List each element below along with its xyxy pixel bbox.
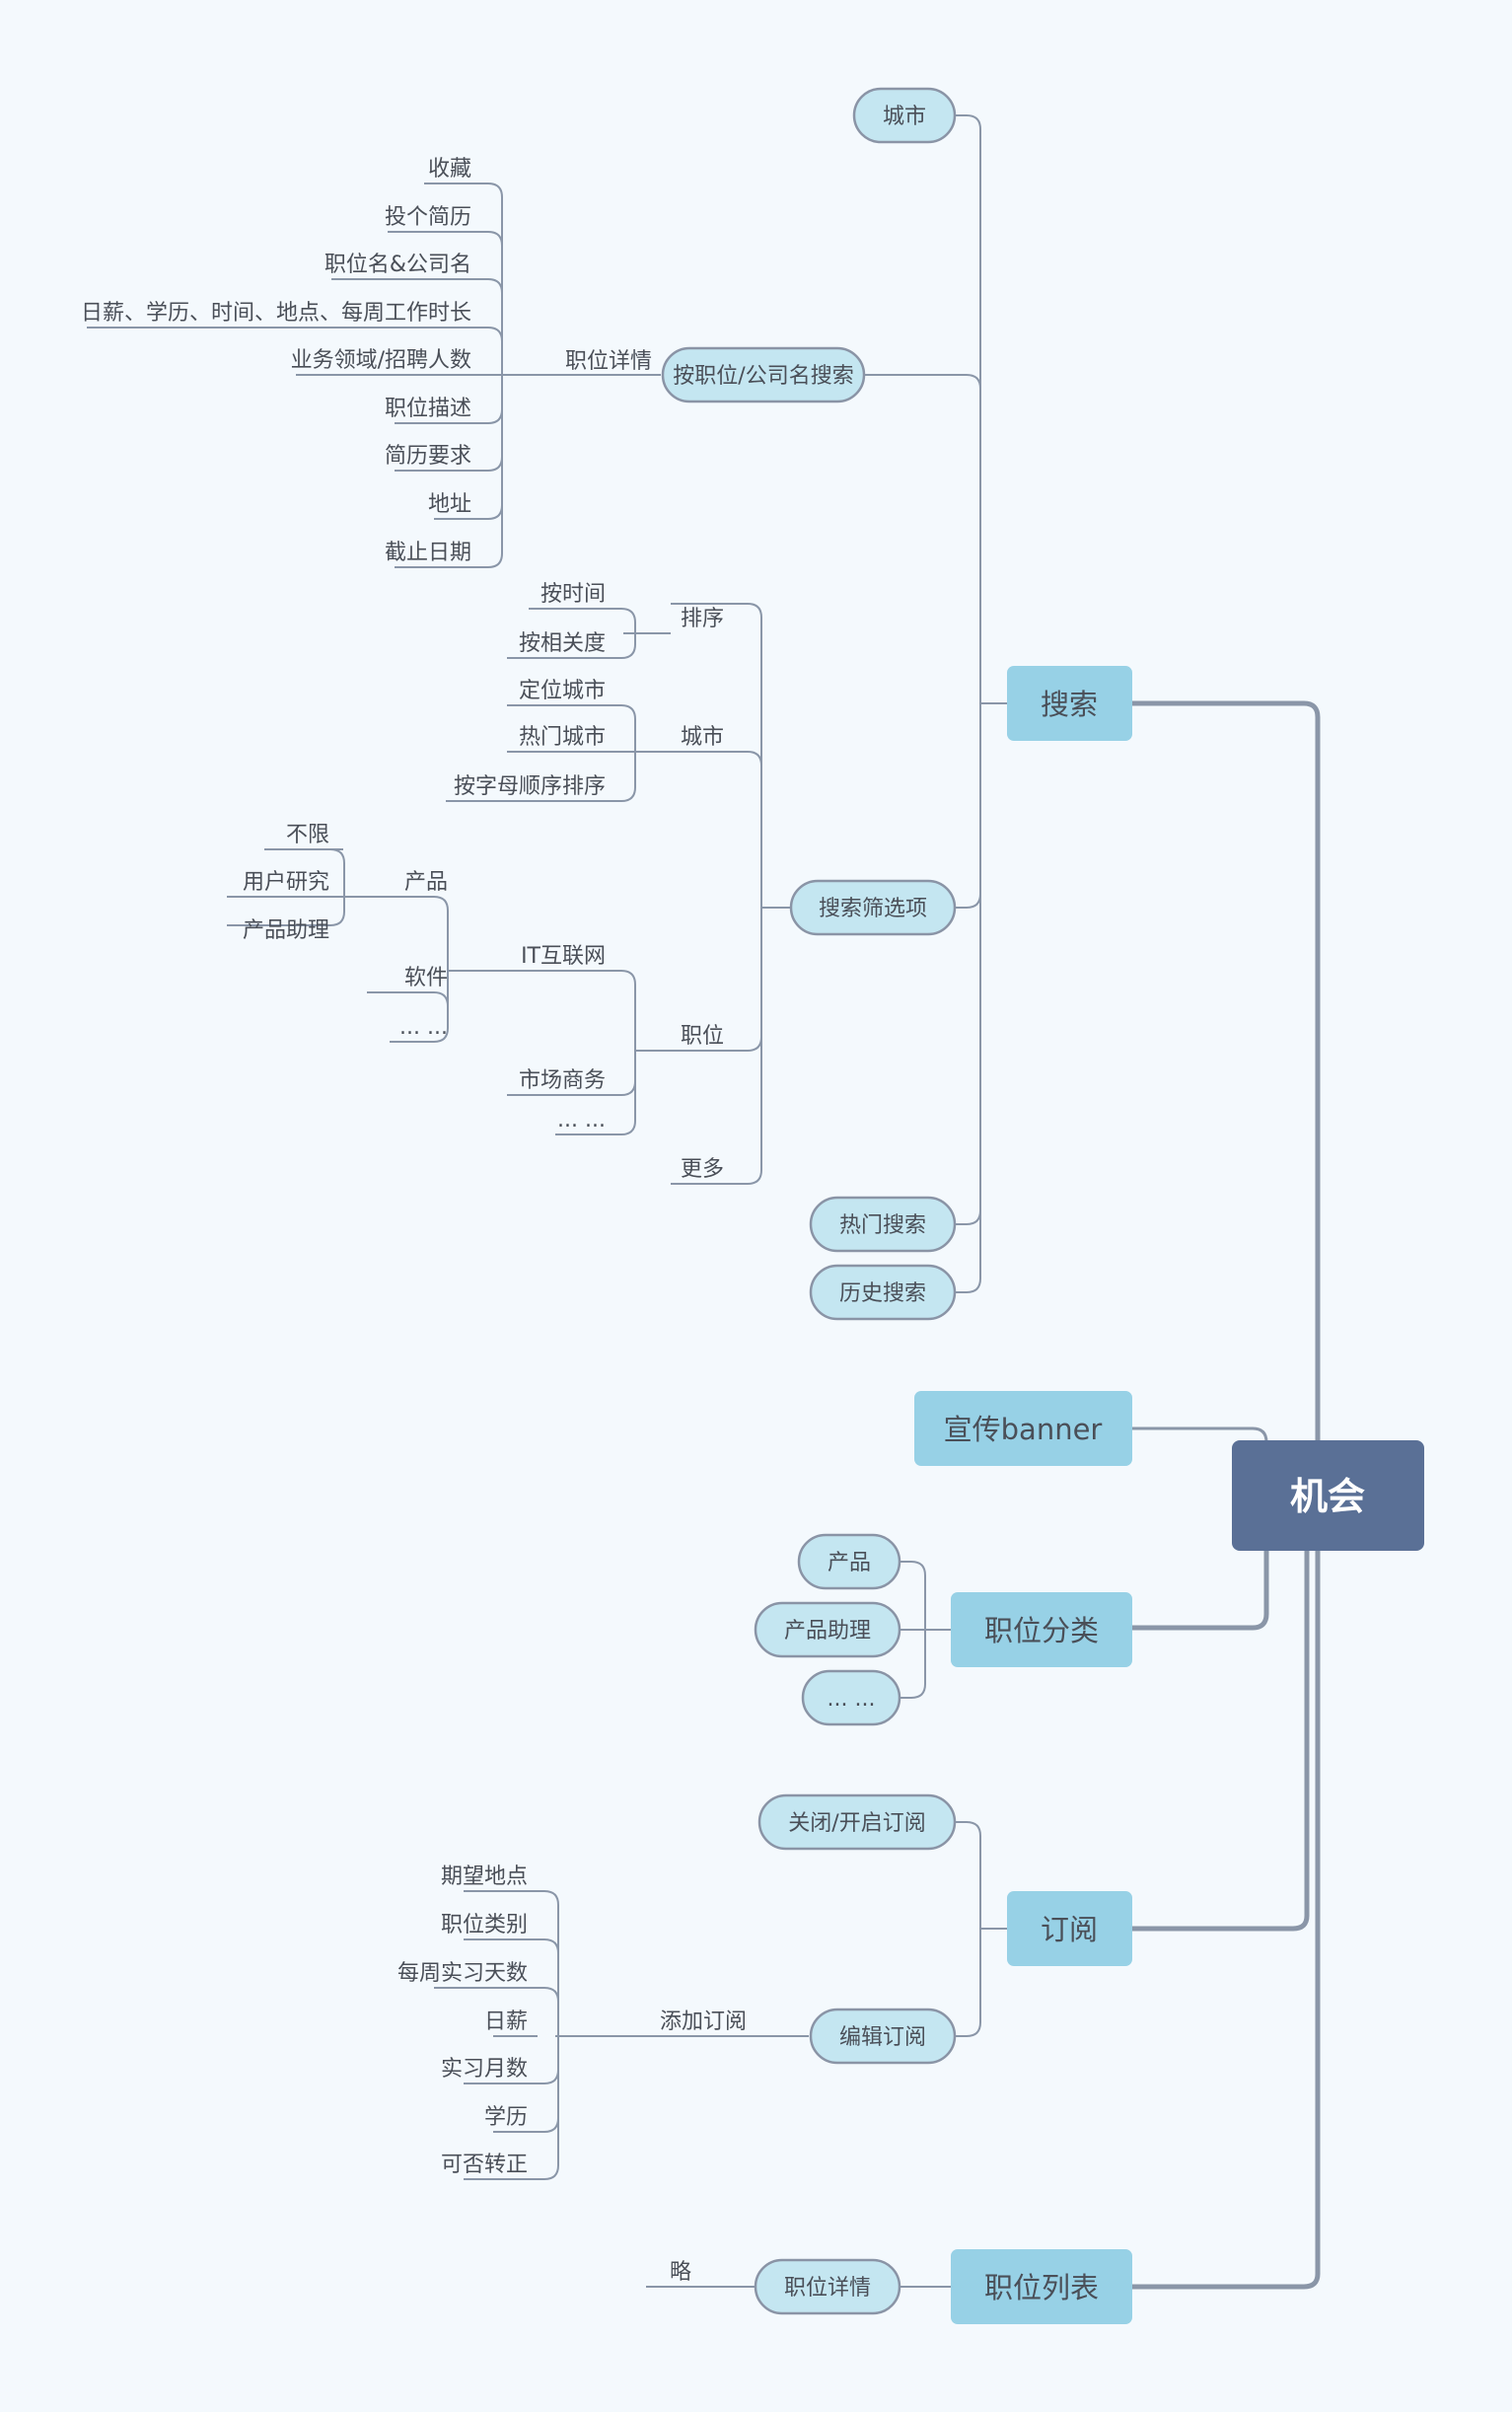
pill-category-item-label: ... ... (828, 1687, 876, 1712)
root-label: 机会 (1290, 1475, 1365, 1518)
connector-search-children (864, 114, 1007, 1293)
filter-sort-label: 排序 (681, 607, 724, 631)
detail-item: 截止日期 (385, 541, 471, 565)
pill-history-search-label: 历史搜索 (839, 1281, 926, 1306)
filter-city-label: 城市 (681, 725, 724, 750)
connector-subscribe-children (955, 1821, 1007, 2037)
mind-map: 机会 搜索 宣传banner 职位分类 订阅 职位列表 城市 按职位/公司名搜索… (81, 87, 1424, 2324)
pill-hot-search-label: 热门搜索 (839, 1213, 926, 1238)
subscription-item: 实习月数 (441, 2057, 528, 2082)
filter-city-item: 热门城市 (519, 725, 606, 750)
filter-city-item: 定位城市 (519, 679, 606, 703)
pill-job-detail-label: 职位详情 (784, 2276, 871, 2301)
subscription-item: 期望地点 (441, 1864, 528, 1889)
detail-branch-label: 职位详情 (565, 349, 652, 374)
detail-item: 地址 (428, 492, 471, 517)
filter-sort-item: 按时间 (540, 582, 606, 607)
filter-sort-item: 按相关度 (519, 631, 606, 656)
connector-root-category (1132, 1549, 1269, 1631)
filter-product-item: 用户研究 (243, 870, 329, 895)
filter-city-item: 按字母顺序排序 (454, 774, 606, 799)
topic-banner-label: 宣传banner (944, 1413, 1103, 1446)
connector-root-joblist (1132, 1549, 1321, 2290)
filter-product-item: 产品助理 (243, 918, 329, 943)
detail-item: 简历要求 (385, 444, 471, 469)
pill-category-item-label: 产品 (828, 1551, 871, 1575)
filter-it-more: ... ... (399, 1015, 448, 1040)
connector-filter-children (671, 603, 791, 1185)
detail-item: 收藏 (428, 157, 471, 182)
connector-root-banner (1132, 1426, 1268, 1443)
connector-root-search (1132, 700, 1321, 1442)
detail-item: 业务领域/招聘人数 (291, 348, 471, 373)
filter-product-item: 不限 (286, 823, 329, 847)
filter-it-label: IT互联网 (521, 944, 606, 969)
filter-more-label: 更多 (681, 1157, 724, 1182)
topic-subscribe-label: 订阅 (1041, 1913, 1098, 1946)
subscription-item: 学历 (484, 2105, 528, 2130)
pill-category-item-label: 产品助理 (784, 1619, 871, 1644)
detail-item: 职位名&公司名 (324, 253, 471, 277)
filter-software-label: 软件 (404, 966, 448, 990)
filter-position-more: ... ... (557, 1108, 606, 1133)
add-subscription-label: 添加订阅 (660, 2010, 747, 2034)
pill-search-filters-label: 搜索筛选项 (819, 897, 927, 921)
subscription-item: 可否转正 (441, 2153, 528, 2177)
subscription-item: 每周实习天数 (397, 1961, 528, 1986)
filter-marketing-label: 市场商务 (519, 1068, 606, 1093)
topic-job-list-label: 职位列表 (984, 2271, 1099, 2304)
detail-item: 职位描述 (385, 397, 471, 421)
pill-search-city-label: 城市 (883, 105, 926, 129)
detail-item-underlines (87, 183, 481, 568)
connector-root-subscribe (1132, 1549, 1310, 1932)
filter-product-label: 产品 (404, 870, 448, 895)
pill-search-by-name-label: 按职位/公司名搜索 (673, 364, 853, 389)
pill-toggle-subscription-label: 关闭/开启订阅 (788, 1811, 925, 1836)
topic-category-label: 职位分类 (984, 1614, 1099, 1647)
subscription-item: 职位类别 (441, 1913, 528, 1937)
detail-item: 日薪、学历、时间、地点、每周工作时长 (81, 301, 471, 326)
job-detail-omitted-label: 略 (670, 2260, 691, 2285)
pill-edit-subscription-label: 编辑订阅 (839, 2025, 926, 2050)
filter-position-label: 职位 (681, 1024, 724, 1049)
subscription-item: 日薪 (484, 2010, 528, 2034)
topic-search-label: 搜索 (1041, 688, 1098, 721)
detail-item: 投个简历 (385, 205, 471, 230)
